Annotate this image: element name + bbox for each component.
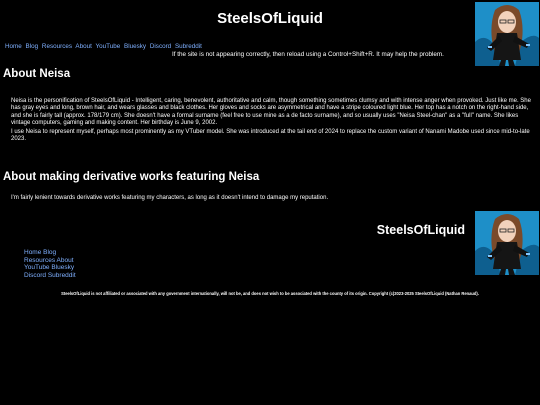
nav-discord-link[interactable]: Discord [150, 43, 171, 50]
nav-blog-link[interactable]: Blog [26, 43, 39, 50]
reload-notice: If the site is not appearing correctly, … [172, 51, 444, 58]
nav-about-link[interactable]: About [75, 43, 91, 50]
site-title: SteelsOfLiquid [217, 10, 323, 27]
footer-link-resources-about[interactable]: Resources About [24, 257, 76, 265]
derivative-paragraph: I'm fairly lenient towards derivative wo… [11, 195, 329, 201]
avatar [475, 2, 539, 66]
footer-disclaimer: SteelsOfLiquid is not affiliated or asso… [61, 291, 479, 296]
nav-home-link[interactable]: Home [5, 43, 22, 50]
footer-title: SteelsOfLiquid [376, 223, 465, 237]
about-paragraph-1: Neisa is the personification of SteelsOf… [11, 98, 531, 127]
nav-subreddit-link[interactable]: Subreddit [175, 43, 202, 50]
about-paragraph-2: I use Neisa to represent myself, perhaps… [11, 129, 530, 143]
site-header: SteelsOfLiquid [0, 0, 540, 40]
footer-link-home-blog[interactable]: Home Blog [24, 249, 76, 257]
derivative-heading: About making derivative works featuring … [3, 171, 260, 183]
footer-avatar [475, 211, 539, 275]
top-nav: Home Blog Resources About YouTube Bluesk… [5, 43, 204, 50]
footer-link-discord-subreddit[interactable]: Discord Subreddit [24, 272, 76, 280]
footer-link-youtube-bluesky[interactable]: YouTube Bluesky [24, 264, 76, 272]
nav-bluesky-link[interactable]: Bluesky [124, 43, 146, 50]
nav-youtube-link[interactable]: YouTube [96, 43, 121, 50]
nav-resources-link[interactable]: Resources [42, 43, 72, 50]
footer-nav: Home Blog Resources About YouTube Bluesk… [24, 249, 76, 279]
about-heading: About Neisa [3, 68, 71, 80]
